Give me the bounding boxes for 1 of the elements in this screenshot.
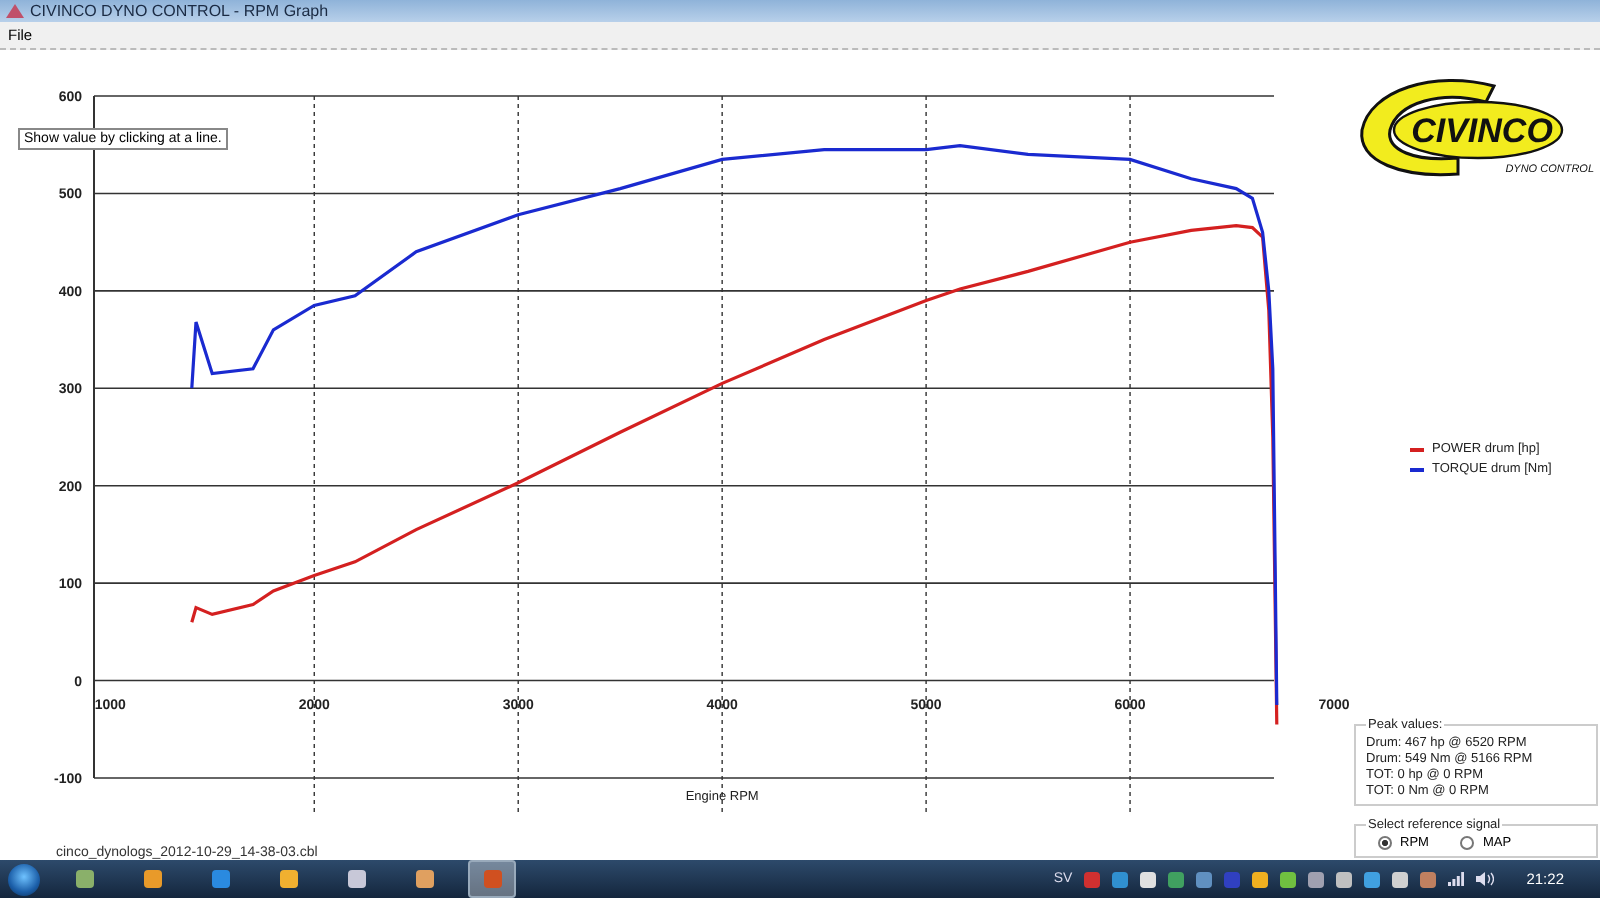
- window-title: CIVINCO DYNO CONTROL - RPM Graph: [30, 0, 329, 22]
